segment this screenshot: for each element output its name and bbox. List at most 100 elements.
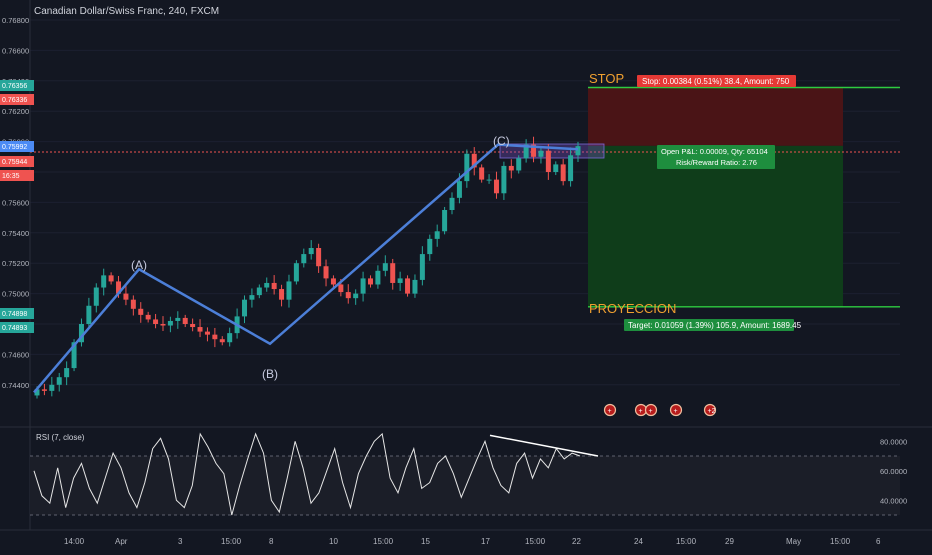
price-tick: 0.75400 (2, 229, 29, 238)
stop-text: STOP (589, 71, 624, 86)
price-tick: 0.74600 (2, 350, 29, 359)
wave-label-c: (C) (493, 134, 510, 148)
event-icon-glyph: + (639, 408, 643, 415)
time-label: 24 (634, 537, 643, 546)
candle-body (308, 248, 314, 255)
rsi-tick: 80.0000 (880, 437, 907, 446)
wave-label-b: (B) (262, 367, 278, 381)
candle-body (227, 333, 233, 343)
candle-body (486, 179, 492, 181)
candle-body (456, 181, 462, 198)
price-tick: 0.76200 (2, 107, 29, 116)
candle-body (56, 377, 62, 385)
candle-body (338, 284, 344, 293)
candle-body (108, 275, 114, 282)
price-tick: 0.76600 (2, 46, 29, 55)
candle-body (293, 263, 299, 282)
time-label: 6 (876, 537, 881, 546)
candle-body (175, 317, 181, 321)
candle-body (405, 278, 411, 294)
time-label: Apr (115, 537, 128, 546)
time-label: 15:00 (830, 537, 851, 546)
price-chart[interactable]: 0.768000.766000.764000.762000.760000.758… (0, 0, 932, 550)
candle-body (190, 324, 196, 328)
candle-body (64, 368, 70, 378)
candle-body (390, 263, 396, 283)
candle-body (538, 150, 544, 157)
candle-body (360, 278, 366, 294)
candle-body (86, 305, 92, 324)
price-tick: 0.75000 (2, 290, 29, 299)
candle-body (553, 164, 559, 172)
candle-body (41, 389, 47, 391)
candle-body (568, 155, 574, 182)
target-label: Target: 0.01059 (1.39%) 105.9, Amount: 1… (628, 321, 802, 330)
candle-body (130, 299, 136, 309)
candle-body (382, 263, 388, 271)
price-tick: 0.75600 (2, 198, 29, 207)
candle-body (153, 319, 159, 324)
candle-body (516, 158, 522, 171)
target-zone (588, 145, 843, 307)
price-badge-label: 0.76356 (2, 83, 27, 90)
candle-body (182, 317, 188, 324)
price-badge-label: 0.74898 (2, 311, 27, 318)
candle-body (93, 287, 99, 306)
rsi-band (30, 456, 900, 515)
price-tick: 0.76800 (2, 16, 29, 25)
candle-body (145, 314, 151, 320)
candle-body (101, 275, 107, 288)
event-icon-glyph: +2 (708, 408, 716, 415)
candle-body (219, 339, 225, 343)
candle-body (286, 281, 292, 300)
time-label: 8 (269, 537, 274, 546)
time-label: 15:00 (525, 537, 546, 546)
time-label: 22 (572, 537, 581, 546)
price-badge-label: 0.74893 (2, 325, 27, 332)
price-badge-label: 0.75992 (2, 144, 27, 151)
event-icon-glyph: + (649, 408, 653, 415)
pnl-label: Open P&L: 0.00009, Qty: 65104 (661, 147, 768, 156)
rsi-tick: 60.0000 (880, 467, 907, 476)
candle-body (412, 279, 418, 294)
candle-body (316, 248, 322, 267)
candle-body (397, 278, 403, 283)
time-label: May (786, 537, 801, 546)
time-label: 15:00 (373, 537, 394, 546)
candle-body (434, 231, 440, 239)
price-tick: 0.74400 (2, 381, 29, 390)
candle-body (508, 165, 514, 171)
price-badge-label: 0.76336 (2, 97, 27, 104)
price-badge-label: 16:35 (2, 173, 20, 180)
candle-body (353, 293, 359, 299)
candle-body (560, 164, 566, 182)
candle-body (279, 289, 285, 300)
candle-body (464, 153, 470, 182)
candle-body (49, 384, 55, 391)
candle-body (330, 278, 336, 285)
price-tick: 0.75200 (2, 259, 29, 268)
candle-body (197, 327, 203, 332)
candle-body (212, 334, 218, 340)
time-label: 15 (421, 537, 430, 546)
candle-body (256, 287, 262, 296)
candle-body (427, 238, 433, 255)
time-label: 10 (329, 537, 338, 546)
symbol-title: Canadian Dollar/Swiss Franc, 240, FXCM (34, 6, 220, 17)
time-label: 17 (481, 537, 490, 546)
time-label: 15:00 (221, 537, 242, 546)
candle-body (123, 293, 129, 300)
candle-body (479, 167, 485, 180)
event-icon-glyph: + (608, 408, 612, 415)
candle-body (167, 320, 173, 326)
candle-body (501, 165, 507, 194)
price-badge-label: 0.75944 (2, 159, 27, 166)
candle-body (493, 179, 499, 194)
candle-body (264, 282, 270, 288)
candle-body (271, 282, 277, 290)
risk-reward-label: Risk/Reward Ratio: 2.76 (676, 158, 757, 167)
candle-body (301, 254, 307, 264)
candle-body (160, 324, 166, 326)
time-label: 3 (178, 537, 183, 546)
candle-body (375, 270, 381, 285)
